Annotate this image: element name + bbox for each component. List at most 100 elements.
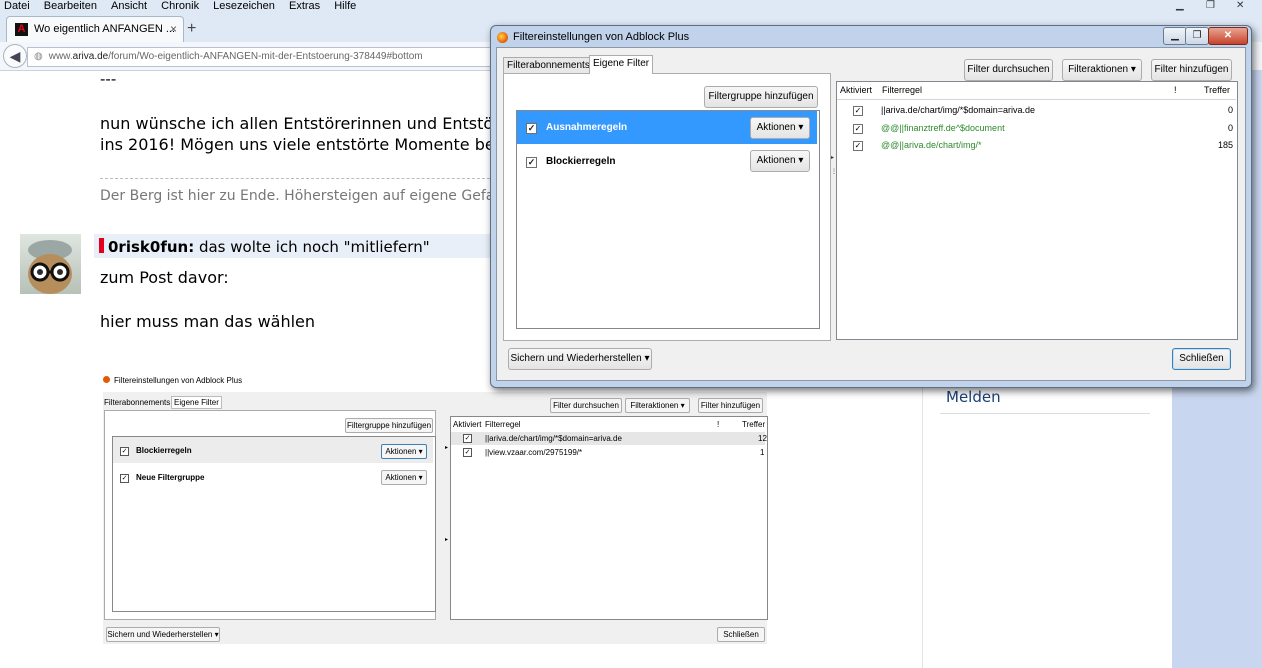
embedded-group-2-actions: Aktionen ▾ <box>381 470 427 485</box>
embedded-tab-own-filters: Eigene Filter <box>171 396 222 409</box>
rule-hits: 185 <box>1217 140 1233 150</box>
menu-lesezeichen[interactable]: Lesezeichen <box>213 0 275 12</box>
search-filter-button[interactable]: Filter durchsuchen <box>964 59 1053 81</box>
add-filter-group-button[interactable]: Filtergruppe hinzufügen <box>704 86 818 108</box>
rule-enabled-checkbox[interactable]: ✓ <box>853 141 863 151</box>
column-divider <box>922 380 923 668</box>
embedded-title: Filtereinstellungen von Adblock Plus <box>114 376 243 385</box>
restore-icon[interactable]: ❐ <box>1206 0 1215 11</box>
menu-extras[interactable]: Extras <box>289 0 320 12</box>
url-bar[interactable]: ◍ www.ariva.de/forum/Wo-eigentlich-ANFANG… <box>27 47 499 67</box>
embedded-row-2-hits: 1 <box>760 448 765 457</box>
embedded-add-group: Filtergruppe hinzufügen <box>345 418 433 433</box>
add-filter-button[interactable]: Filter hinzufügen <box>1151 59 1232 81</box>
post-title: das wolte ich noch "mitliefern" <box>194 238 430 256</box>
tab-close-icon[interactable]: × <box>170 22 177 36</box>
url-path: /forum/Wo-eigentlich-ANFANGEN-mit-der-En… <box>108 51 423 62</box>
close-icon[interactable]: ✕ <box>1236 0 1244 11</box>
backup-restore-button[interactable]: Sichern und Wiederherstellen ▾ <box>508 348 652 370</box>
rule-hits: 0 <box>1227 105 1233 115</box>
avatar[interactable] <box>20 234 81 294</box>
minimize-icon[interactable]: ▁ <box>1176 0 1184 11</box>
menu-ansicht[interactable]: Ansicht <box>111 0 147 12</box>
browser-tab[interactable]: A Wo eigentlich ANFANGEN ... × <box>6 16 184 43</box>
rule-text: @@||ariva.de/chart/img/* <box>881 140 982 150</box>
table-row[interactable]: ✓ ||ariva.de/chart/img/*$domain=ariva.de… <box>837 102 1236 119</box>
embedded-backup: Sichern und Wiederherstellen ▾ <box>106 627 220 642</box>
embedded-row-1-rule: ||ariva.de/chart/img/*$domain=ariva.de <box>485 434 622 443</box>
embedded-close: Schließen <box>717 627 765 642</box>
browser-window-controls: ▁ ❐ ✕ <box>1172 0 1262 12</box>
embedded-row-2-rule: ||view.vzaar.com/2975199/* <box>485 448 583 457</box>
menu-hilfe[interactable]: Hilfe <box>334 0 356 12</box>
signature: Der Berg ist hier zu Ende. Höhersteigen … <box>100 188 515 204</box>
back-button[interactable]: ◀ <box>3 44 27 68</box>
url-prefix: www. <box>48 51 73 62</box>
firefox-icon <box>497 32 508 43</box>
post-body-line2: hier muss man das wählen <box>100 312 316 331</box>
table-row[interactable]: ✓ @@||finanztreff.de^$document 0 <box>837 120 1236 137</box>
embedded-col-bang: ! <box>717 420 720 429</box>
embedded-group-1-actions: Aktionen ▾ <box>381 444 427 459</box>
menu-bearbeiten[interactable]: Bearbeiten <box>44 0 97 12</box>
embedded-screenshot: Filtereinstellungen von Adblock Plus Fil… <box>100 372 770 648</box>
dialog-title: Filtereinstellungen von Adblock Plus <box>513 31 690 43</box>
maximize-icon: ❐ <box>1192 30 1202 41</box>
post-text-line1: nun wünsche ich allen Entstörerinnen und… <box>100 114 500 133</box>
post-text-line2: ins 2016! Mögen uns viele entstörte Mome… <box>100 135 505 154</box>
tab-filter-subscriptions[interactable]: Filterabonnements <box>503 57 594 74</box>
melden-link[interactable]: Melden <box>946 388 1001 406</box>
col-rule-header[interactable]: Filterregel <box>882 82 922 99</box>
group-name: Ausnahmeregeln <box>546 122 628 133</box>
tab-title: Wo eigentlich ANFANGEN ... <box>34 23 176 35</box>
post-body-line1: zum Post davor: <box>100 268 229 287</box>
embedded-group-2: Neue Filtergruppe <box>136 473 205 482</box>
new-tab-button[interactable]: + <box>187 20 196 38</box>
dialog-maximize-button[interactable]: ❐ <box>1185 27 1209 45</box>
rule-text: @@||finanztreff.de^$document <box>881 123 1005 133</box>
group-actions-button[interactable]: Aktionen ▾ <box>750 150 810 172</box>
panel-splitter[interactable]: ▸ ⋮ <box>831 82 837 338</box>
close-icon: ✕ <box>1223 30 1233 41</box>
tab-own-filters[interactable]: Eigene Filter <box>589 55 654 74</box>
embedded-add-filter: Filter hinzufügen <box>698 398 763 413</box>
embedded-actions: Filteraktionen ▾ <box>625 398 690 413</box>
splitter-arrow-icon: ▸ <box>831 155 835 161</box>
post-author[interactable]: 0risk0fun: <box>108 238 194 256</box>
melden-divider <box>940 413 1150 414</box>
embedded-tab-subscriptions: Filterabonnements <box>104 398 171 407</box>
close-button[interactable]: Schließen <box>1172 348 1231 370</box>
group-enabled-checkbox[interactable]: ✓ <box>526 123 537 134</box>
rule-hits: 0 <box>1227 123 1233 133</box>
embedded-col-rule: Filterregel <box>485 420 521 429</box>
group-name: Blockierregeln <box>546 156 616 167</box>
ariva-favicon-icon: A <box>15 23 28 36</box>
group-actions-button[interactable]: Aktionen ▾ <box>750 117 810 139</box>
dialog-close-button[interactable]: ✕ <box>1208 27 1248 45</box>
rule-enabled-checkbox[interactable]: ✓ <box>853 106 863 116</box>
col-bang-header[interactable]: ! <box>1174 82 1177 99</box>
post-dashes: --- <box>100 70 117 88</box>
firefox-icon <box>103 376 110 383</box>
filter-actions-button[interactable]: Filteraktionen ▾ <box>1062 59 1142 81</box>
embedded-col-active: Aktiviert <box>453 420 482 429</box>
menu-chronik[interactable]: Chronik <box>161 0 199 12</box>
col-hits-header[interactable]: Treffer <box>1204 82 1230 99</box>
filter-table-header: Aktiviert Filterregel ! Treffer <box>837 82 1236 100</box>
signature-divider <box>100 178 500 179</box>
group-enabled-checkbox[interactable]: ✓ <box>526 157 537 168</box>
embedded-row-1-hits: 12 <box>758 434 767 443</box>
col-active-header[interactable]: Aktiviert <box>840 82 872 99</box>
arrow-left-icon: ◀ <box>9 48 21 64</box>
post-marker <box>99 238 104 253</box>
embedded-search: Filter durchsuchen <box>550 398 622 413</box>
table-row[interactable]: ✓ @@||ariva.de/chart/img/* 185 <box>837 137 1236 154</box>
url-domain: ariva.de <box>72 51 109 62</box>
embedded-group-1: Blockierregeln <box>136 446 192 455</box>
dialog-minimize-button[interactable]: ▁ <box>1163 27 1187 45</box>
cat-avatar-icon <box>28 240 72 294</box>
minimize-icon: ▁ <box>1171 30 1179 41</box>
menu-datei[interactable]: Datei <box>4 0 30 12</box>
rule-text: ||ariva.de/chart/img/*$domain=ariva.de <box>881 105 1036 115</box>
rule-enabled-checkbox[interactable]: ✓ <box>853 124 863 134</box>
